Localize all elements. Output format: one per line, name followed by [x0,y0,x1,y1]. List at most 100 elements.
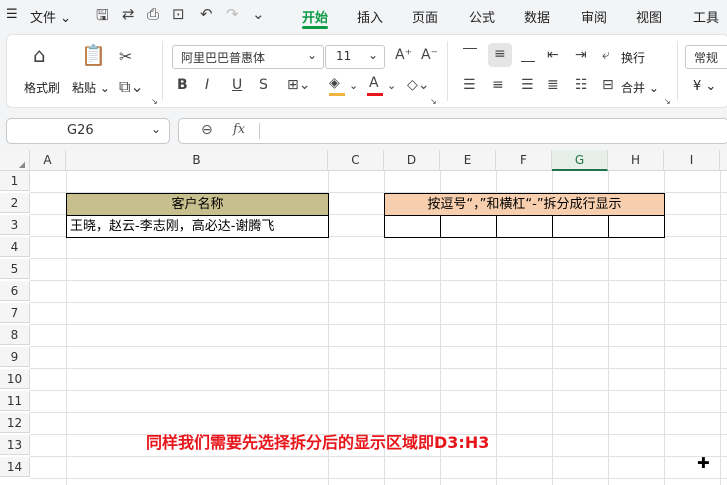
column-header-g[interactable]: G [552,150,608,171]
column-header-d[interactable]: D [384,150,440,171]
copy-icon[interactable]: ⧉⌄ [119,77,144,97]
justify-icon[interactable]: ≣ [547,77,559,93]
save-icon[interactable]: 🖫 [96,5,109,30]
cell-d2-merged[interactable]: 按逗号“，”和横杠“-”拆分成行显示 [384,193,665,216]
cell-g3[interactable] [552,215,609,238]
decrease-indent-icon[interactable]: ⇤ [547,47,559,63]
row-header-8[interactable]: 8 [0,325,30,345]
column-header-j[interactable] [720,150,727,171]
font-color-icon[interactable]: A [367,75,383,96]
row-header-7[interactable]: 7 [0,303,30,323]
format-painter-label[interactable]: 格式刷 [24,79,60,96]
italic-icon[interactable]: I [205,77,209,93]
cell-b2[interactable]: 客户名称 [66,193,329,216]
distributed-icon[interactable]: ☷ [575,77,588,93]
tab-formulas[interactable]: 公式 [469,7,495,26]
align-bottom-icon[interactable]: ⎽ [521,47,535,63]
cell-f3[interactable] [496,215,553,238]
format-painter-icon[interactable]: ⌂ [33,43,46,67]
row-header-4[interactable]: 4 [0,237,30,257]
column-header-f[interactable]: F [496,150,552,171]
row-header-1[interactable]: 1 [0,171,30,191]
strikethrough-icon[interactable]: S [259,77,268,93]
chevron-down-icon[interactable]: ⌄ [387,79,396,92]
row-header-5[interactable]: 5 [0,259,30,279]
increase-indent-icon[interactable]: ⇥ [575,47,587,63]
row-header-14[interactable]: 14 [0,457,30,477]
clipboard-expand-icon[interactable]: ↘ [151,97,158,106]
row-header-2[interactable]: 2 [0,193,30,213]
column-header-c[interactable]: C [328,150,384,171]
tab-review[interactable]: 审阅 [581,7,607,26]
number-format-select[interactable]: 常规 [685,45,727,69]
more-chevron-icon[interactable]: ⌄ [252,5,265,23]
tab-view[interactable]: 视图 [636,7,662,26]
row-header-12[interactable]: 12 [0,413,30,433]
name-box[interactable]: G26 ⌄ [6,118,170,144]
align-top-icon[interactable]: ⎺ [463,47,477,63]
print-icon[interactable]: ⎙ [147,5,159,23]
gridline [720,171,721,485]
gridline [30,368,727,369]
currency-format-button[interactable]: ¥ ⌄ [693,79,716,94]
cell-e3[interactable] [440,215,497,238]
formula-input[interactable]: ⊖ fx [178,118,727,144]
cell-b3[interactable]: 王晓，赵云-李志刚，高必达-谢腾飞 [66,215,329,238]
border-icon[interactable]: ⊞⌄ [287,77,310,93]
row-header-3[interactable]: 3 [0,215,30,235]
column-header-h[interactable]: H [608,150,664,171]
align-left-icon[interactable]: ☰ [463,77,476,93]
gridline [30,302,727,303]
ribbon-panel: ⌂ 格式刷 📋 粘贴 ⌄ ✂ ⧉⌄ ↘ 阿里巴巴普惠体 ⌄ 11 ⌄ A⁺ A⁻… [6,34,727,108]
bold-icon[interactable]: B [177,77,188,93]
cut-icon[interactable]: ✂ [119,47,132,66]
column-header-e[interactable]: E [440,150,496,171]
row-header-10[interactable]: 10 [0,369,30,389]
divider [259,123,260,139]
cell-h3[interactable] [608,215,665,238]
font-name-select[interactable]: 阿里巴巴普惠体 ⌄ [172,45,324,69]
decrease-font-icon[interactable]: A⁻ [421,47,438,63]
font-size-select[interactable]: 11 ⌄ [325,45,385,69]
merge-label[interactable]: 合并 ⌄ [621,79,659,96]
redo-icon[interactable]: ↷ [226,5,239,23]
tab-home[interactable]: 开始 [302,7,328,26]
alignment-expand-icon[interactable]: ↘ [664,97,671,106]
crosshair-cursor-icon: ✚ [697,454,710,472]
print-preview-icon[interactable]: ⊡ [172,5,185,23]
font-expand-icon[interactable]: ↘ [430,97,437,106]
fx-icon[interactable]: fx [233,122,245,137]
tab-page[interactable]: 页面 [412,7,438,26]
tab-tools[interactable]: 工具 [693,7,719,26]
chevron-down-icon[interactable]: ⌄ [349,79,358,92]
share-icon[interactable]: ⇄ [122,5,135,23]
row-header-11[interactable]: 11 [0,391,30,411]
row-header-13[interactable]: 13 [0,435,30,455]
row-header-6[interactable]: 6 [0,281,30,301]
clear-format-icon[interactable]: ◇⌄ [407,77,430,93]
column-header-i[interactable]: I [664,150,720,171]
underline-icon[interactable]: U [232,77,242,93]
zoom-search-icon[interactable]: ⊖ [201,122,213,138]
cell-d3[interactable] [384,215,441,238]
paste-icon[interactable]: 📋 [81,43,106,67]
select-all-corner[interactable]: ◢ [0,150,30,171]
tab-data[interactable]: 数据 [524,7,550,26]
wrap-text-label[interactable]: 换行 [621,49,645,66]
align-right-icon[interactable]: ☰ [521,77,534,93]
file-menu[interactable]: 文件 ⌄ [30,7,71,26]
row-header-9[interactable]: 9 [0,347,30,367]
tab-insert[interactable]: 插入 [357,7,383,26]
undo-icon[interactable]: ↶ [200,5,213,23]
align-center-icon[interactable]: ≡ [492,77,504,93]
column-header-b[interactable]: B [66,150,328,171]
fill-color-icon[interactable]: ◈ [329,75,345,96]
paste-label[interactable]: 粘贴 ⌄ [72,79,110,96]
align-middle-button[interactable]: ≡ [488,43,512,67]
hamburger-icon[interactable]: ☰ [6,7,18,22]
gridline [30,324,727,325]
merge-icon[interactable]: ⊟ [602,77,614,93]
increase-font-icon[interactable]: A⁺ [395,47,412,63]
wrap-text-icon[interactable]: ⤶ [602,47,610,63]
column-header-a[interactable]: A [30,150,66,171]
